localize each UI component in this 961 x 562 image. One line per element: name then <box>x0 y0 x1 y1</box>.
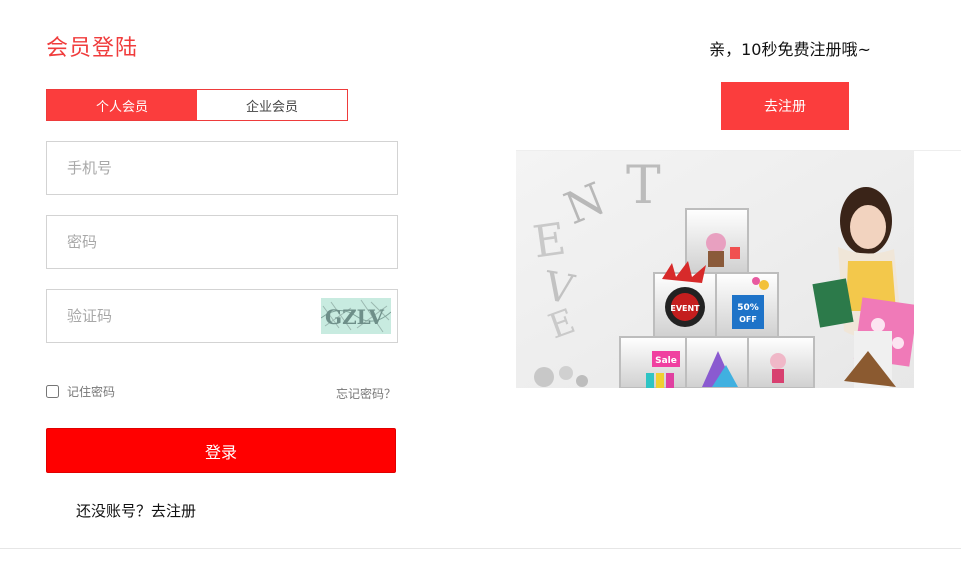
captcha-input[interactable] <box>47 290 317 342</box>
banner-off: OFF <box>739 315 757 324</box>
password-field <box>46 215 398 269</box>
banner-letter-t: T <box>626 156 661 216</box>
footer-divider <box>0 548 961 549</box>
register-prompt-link[interactable]: 还没账号？去注册 <box>76 500 196 521</box>
register-promo-text: 亲，10秒免费注册哦~ <box>709 40 871 59</box>
forgot-password-link[interactable]: 忘记密码？ <box>336 385 396 402</box>
go-register-button[interactable]: 去注册 <box>721 82 849 130</box>
login-button[interactable]: 登录 <box>46 428 396 473</box>
member-type-tabs: 个人会员 企业会员 <box>46 89 348 121</box>
banner-sale: Sale <box>655 356 677 366</box>
tab-enterprise-member[interactable]: 企业会员 <box>197 90 347 120</box>
tab-personal-member[interactable]: 个人会员 <box>47 90 197 120</box>
password-input[interactable] <box>47 216 397 268</box>
remember-checkbox[interactable] <box>46 385 59 398</box>
event-banner-image: E V E N T EVENT 50% OFF Sale <box>516 151 918 389</box>
captcha-text: GZLV <box>325 305 384 329</box>
captcha-field: GZLV <box>46 289 398 343</box>
captcha-image[interactable]: GZLV <box>321 298 391 334</box>
banner-discount: 50% <box>737 303 759 313</box>
remember-password[interactable]: 记住密码 <box>46 383 115 400</box>
banner-event-badge: EVENT <box>670 304 700 313</box>
phone-input[interactable] <box>47 142 397 194</box>
login-title: 会员登陆 <box>46 36 139 61</box>
phone-field <box>46 141 398 195</box>
remember-label: 记住密码 <box>67 385 116 399</box>
